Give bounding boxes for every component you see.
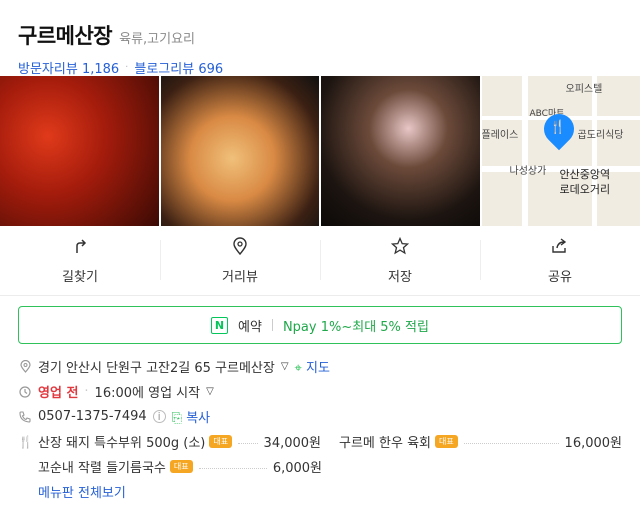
menu-item-price: 16,000원 [564,436,622,451]
menu-line: 🍴 산장 돼지 특수부위 500g (소) 대표 34,000원 구르메 한우 … [18,429,622,454]
review-counts: 방문자리뷰 1,186 · 블로그리뷰 696 [18,58,622,77]
clock-icon [18,385,32,398]
directions-label: 길찾기 [62,270,98,285]
food-photo-3[interactable] [321,76,480,226]
chevron-down-icon[interactable]: ▽ [206,386,214,397]
hours-text: 16:00에 영업 시작 [94,386,201,401]
map-link[interactable]: ⌖ 지도 [295,357,330,376]
fork-knife-icon: 🍴 [18,434,33,449]
title-row: 구르메산장 육류,고기요리 [18,20,622,50]
menu-item[interactable]: 구르메 한우 육회 대표 16,000원 [339,432,622,451]
chevron-down-icon[interactable]: ▽ [281,361,289,372]
visitor-reviews-link[interactable]: 방문자리뷰 1,186 [18,58,119,77]
menu-item-name: 꼬순내 작렬 들기름국수 [38,461,166,476]
action-bar: 길찾기 거리뷰 저장 공유 [0,226,640,296]
place-header: 구르메산장 육류,고기요리 방문자리뷰 1,186 · 블로그리뷰 696 [0,0,640,77]
blog-reviews-link[interactable]: 블로그리뷰 696 [134,58,223,77]
share-button[interactable]: 공유 [480,226,640,295]
food-photo-2[interactable] [160,76,319,226]
directions-icon [70,236,90,256]
phone-icon [18,410,32,423]
menu-item-name: 구르메 한우 육회 [339,436,431,451]
leader-dots [198,468,267,469]
map-label-officetel: 오피스텔 [565,84,603,95]
share-label: 공유 [548,270,572,285]
hours-row: 영업 전 · 16:00에 영업 시작 ▽ [18,379,622,404]
menu-line: 꼬순내 작렬 들기름국수 대표 6,000원 [18,454,622,479]
leader-dots [463,443,559,444]
naver-booking-icon: N [211,316,229,334]
photo-strip: 오피스텔 ABC마트 플레이스 곱도리식당 나성상가 안산중앙역 로데오거리 🍴 [0,76,640,226]
phone-row: 0507-1375-7494 i ⎘ 복사 [18,404,622,429]
leader-dots [238,443,258,444]
menu-item[interactable]: 산장 돼지 특수부위 500g (소) 대표 34,000원 [38,432,321,451]
hours-separator: · [84,384,89,399]
address-row: 경기 안산시 단원구 고잔2길 65 구르메산장 ▽ ⌖ 지도 [18,354,622,379]
address-text: 경기 안산시 단원구 고잔2길 65 구르메산장 [38,361,275,376]
npay-reward-text: Npay 1%~최대 5% 적립 [282,319,429,335]
food-photo-1[interactable] [0,76,159,226]
save-button[interactable]: 저장 [320,226,480,295]
map-label-place: 플레이스 [481,130,519,141]
copy-button[interactable]: ⎘ 복사 [172,407,210,426]
menu-item-price: 34,000원 [263,436,321,451]
restaurant-icon: 🍴 [549,120,566,135]
map-marker-icon: ⌖ [294,361,302,376]
signature-badge: 대표 [169,460,193,473]
star-icon [390,236,410,256]
place-name[interactable]: 구르메산장 [18,20,113,50]
location-pin-icon [230,236,250,256]
map-label-station: 안산중앙역 [559,168,611,181]
status-badge: 영업 전 [38,386,79,401]
directions-button[interactable]: 길찾기 [0,226,160,295]
map-thumbnail[interactable]: 오피스텔 ABC마트 플레이스 곱도리식당 나성상가 안산중앙역 로데오거리 🍴 [481,76,640,226]
map-label-restaurant: 곱도리식당 [577,130,624,141]
streetview-button[interactable]: 거리뷰 [160,226,320,295]
info-icon[interactable]: i [152,410,166,423]
booking-label: 예약 [238,319,262,335]
menu-item[interactable]: 꼬순내 작렬 들기름국수 대표 6,000원 [38,457,322,476]
streetview-label: 거리뷰 [222,270,258,285]
menu-item-price: 6,000원 [272,461,322,476]
place-info: 경기 안산시 단원구 고잔2길 65 구르메산장 ▽ ⌖ 지도 영업 전 · 1… [0,344,640,504]
copy-icon: ⎘ [171,411,183,426]
menu-item-name: 산장 돼지 특수부위 500g (소) [38,436,206,451]
map-label-street: 로데오거리 [559,183,611,196]
phone-number[interactable]: 0507-1375-7494 [38,409,147,424]
save-label: 저장 [388,270,412,285]
place-category: 육류,고기요리 [119,32,196,47]
location-icon [18,360,32,373]
map-label-mall: 나성상가 [509,166,547,177]
full-menu-link[interactable]: 메뉴판 전체보기 [38,479,622,504]
menu-section: 🍴 산장 돼지 특수부위 500g (소) 대표 34,000원 구르메 한우 … [18,429,622,504]
divider [271,319,273,331]
share-icon [550,236,570,256]
booking-button[interactable]: N 예약 Npay 1%~최대 5% 적립 [18,306,622,344]
signature-badge: 대표 [209,435,233,448]
signature-badge: 대표 [435,435,458,448]
separator-dot: · [125,62,129,73]
